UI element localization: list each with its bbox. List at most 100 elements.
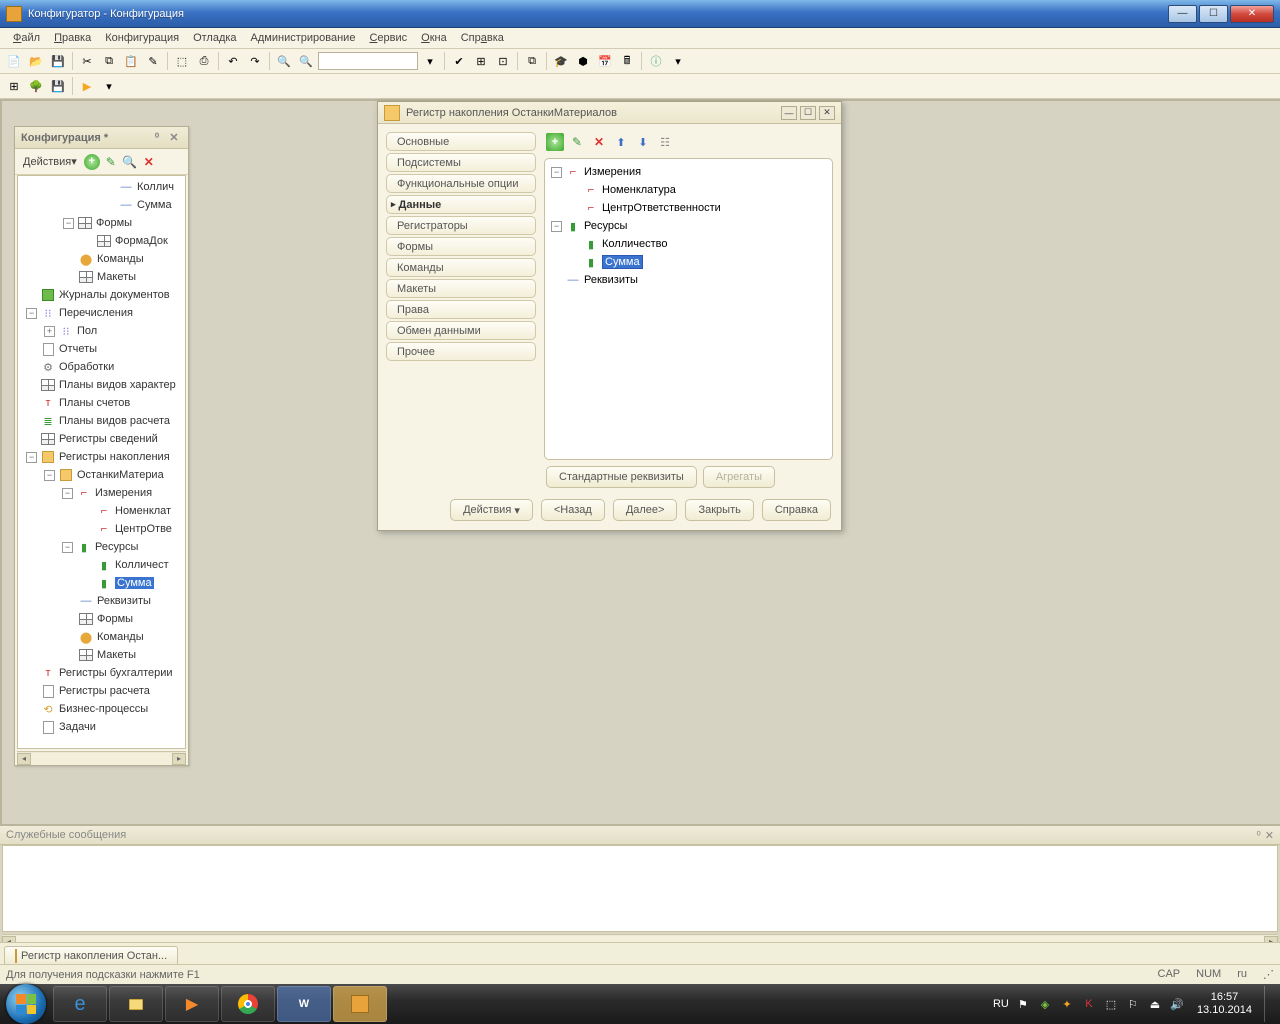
redo-icon[interactable]: ↷ — [245, 51, 265, 71]
cluster-icon[interactable]: ⬢ — [573, 51, 593, 71]
nav-funcopt[interactable]: Функциональные опции — [386, 174, 536, 193]
tray-icon1[interactable]: ◈ — [1037, 996, 1053, 1012]
tree-pvr[interactable]: Планы видов расчета — [59, 415, 170, 427]
paste-icon[interactable]: 📋 — [121, 51, 141, 71]
syntax-check-icon[interactable]: ✔ — [449, 51, 469, 71]
modal-minimize-icon[interactable]: — — [781, 106, 797, 120]
ct-props-icon[interactable]: ☷ — [656, 133, 674, 151]
tree-enums[interactable]: Перечисления — [59, 307, 133, 319]
nav-komandy[interactable]: Команды — [386, 258, 536, 277]
cfg-tree-icon[interactable]: 🌳 — [26, 76, 46, 96]
tree-journals[interactable]: Журналы документов — [59, 289, 170, 301]
tree-summa-selected[interactable]: Сумма — [115, 577, 154, 589]
content-tree[interactable]: −⌐Измерения ⌐Номенклатура ⌐ЦентрОтветств… — [544, 158, 833, 460]
menu-windows[interactable]: Окна — [414, 30, 454, 46]
tree-formadoc[interactable]: ФормаДок — [115, 235, 168, 247]
dropdown2-icon[interactable]: ▾ — [668, 51, 688, 71]
delete-icon[interactable]: ✕ — [141, 154, 157, 170]
modal-close-icon[interactable]: ✕ — [819, 106, 835, 120]
tool3-icon[interactable]: ⊡ — [493, 51, 513, 71]
tray-volume-icon[interactable]: 🔊 — [1169, 996, 1185, 1012]
menu-file[interactable]: Файл — [6, 30, 47, 46]
ct-res[interactable]: Ресурсы — [584, 220, 627, 232]
messages-close-icon[interactable]: ✕ — [1265, 829, 1274, 842]
ct-summa-selected[interactable]: Сумма — [602, 255, 643, 269]
tree-forms2[interactable]: Формы — [97, 613, 133, 625]
task-media[interactable]: ▶ — [165, 986, 219, 1022]
ftr-actions[interactable]: Действия ▾ — [450, 499, 533, 521]
dock-tab-register[interactable]: Регистр накопления Остан... — [4, 946, 178, 964]
ct-up-icon[interactable]: ⬆ — [612, 133, 630, 151]
tray-lang[interactable]: RU — [993, 996, 1009, 1012]
search-input[interactable] — [318, 52, 418, 70]
ct-down-icon[interactable]: ⬇ — [634, 133, 652, 151]
scroll-left-icon[interactable]: ◂ — [17, 753, 31, 765]
search-icon[interactable]: 🔍 — [122, 154, 138, 170]
nav-podsistemy[interactable]: Подсистемы — [386, 153, 536, 172]
tree-hscroll[interactable]: ◂ ▸ — [17, 751, 186, 765]
undo-icon[interactable]: ↶ — [223, 51, 243, 71]
ct-koll[interactable]: Колличество — [602, 238, 668, 250]
menu-help[interactable]: Справка — [454, 30, 511, 46]
config-tree[interactable]: —Коллич —Сумма −Формы ФормаДок ⬤Команды … — [17, 175, 186, 749]
tree-cmds2[interactable]: Команды — [97, 631, 144, 643]
tree-item[interactable]: Коллич — [137, 181, 174, 193]
new-icon[interactable]: 📄 — [4, 51, 24, 71]
copy2-icon[interactable]: ⧉ — [522, 51, 542, 71]
tree-layouts[interactable]: Макеты — [97, 271, 136, 283]
nav-obmen[interactable]: Обмен данными — [386, 321, 536, 340]
open-icon[interactable]: 📂 — [26, 51, 46, 71]
menu-config[interactable]: Конфигурация — [98, 30, 186, 46]
tree-nomen[interactable]: Номенклат — [115, 505, 171, 517]
tree-rbuh[interactable]: Регистры бухгалтерии — [59, 667, 173, 679]
scroll-right-icon[interactable]: ▸ — [172, 753, 186, 765]
tree-ostmat[interactable]: ОстанкиМатериа — [77, 469, 164, 481]
btn-standard-rekv[interactable]: Стандартные реквизиты — [546, 466, 697, 488]
tray-icon2[interactable]: ✦ — [1059, 996, 1075, 1012]
task-explorer[interactable] — [109, 986, 163, 1022]
info-icon[interactable]: ⓘ — [646, 51, 666, 71]
tray-network-icon[interactable]: ⬚ — [1103, 996, 1119, 1012]
ct-rekv[interactable]: Реквизиты — [584, 274, 638, 286]
tree-res[interactable]: Ресурсы — [95, 541, 138, 553]
tree-rrasch[interactable]: Регистры расчета — [59, 685, 150, 697]
find-icon[interactable]: 🔍 — [274, 51, 294, 71]
tray-clock[interactable]: 16:57 13.10.2014 — [1191, 991, 1258, 1017]
minimize-button[interactable]: — — [1168, 5, 1197, 23]
task-1c[interactable] — [333, 986, 387, 1022]
actions-menu[interactable]: Действия ▾ — [19, 153, 81, 170]
calendar-icon[interactable]: 📅 — [595, 51, 615, 71]
tree-tasks[interactable]: Задачи — [59, 721, 96, 733]
tree-pkh[interactable]: Планы видов характер — [59, 379, 176, 391]
tray-kaspersky-icon[interactable]: K — [1081, 996, 1097, 1012]
ct-delete-icon[interactable]: ✕ — [590, 133, 608, 151]
task-chrome[interactable] — [221, 986, 275, 1022]
cfg-run-icon[interactable]: ▶ — [77, 76, 97, 96]
tree-rekv[interactable]: Реквизиты — [97, 595, 151, 607]
menu-admin[interactable]: Администрирование — [244, 30, 363, 46]
start-button[interactable] — [6, 984, 46, 1024]
tree-item[interactable]: Сумма — [137, 199, 172, 211]
nav-formy[interactable]: Формы — [386, 237, 536, 256]
ct-add-icon[interactable]: + — [546, 133, 564, 151]
tray-flag-icon[interactable]: ⚑ — [1015, 996, 1031, 1012]
ftr-back[interactable]: <Назад — [541, 499, 605, 521]
tray-usb-icon[interactable]: ⏏ — [1147, 996, 1163, 1012]
close-button[interactable]: ✕ — [1230, 5, 1274, 23]
ftr-help[interactable]: Справка — [762, 499, 831, 521]
menu-edit[interactable]: Правка — [47, 30, 98, 46]
messages-pin-icon[interactable]: ⁰ — [1256, 829, 1260, 842]
cfg-save-icon[interactable]: 💾 — [48, 76, 68, 96]
tree-reports[interactable]: Отчеты — [59, 343, 97, 355]
nav-prochee[interactable]: Прочее — [386, 342, 536, 361]
modal-maximize-icon[interactable]: ☐ — [800, 106, 816, 120]
print-icon[interactable]: ⎙ — [194, 51, 214, 71]
dropdown-icon[interactable]: ▾ — [420, 51, 440, 71]
tree-bp[interactable]: Бизнес-процессы — [59, 703, 148, 715]
task-ie[interactable]: e — [53, 986, 107, 1022]
maximize-button[interactable]: ☐ — [1199, 5, 1228, 23]
tree-proc[interactable]: Обработки — [59, 361, 114, 373]
nav-prava[interactable]: Права — [386, 300, 536, 319]
tree-ps[interactable]: Планы счетов — [59, 397, 130, 409]
student-icon[interactable]: 🎓 — [551, 51, 571, 71]
